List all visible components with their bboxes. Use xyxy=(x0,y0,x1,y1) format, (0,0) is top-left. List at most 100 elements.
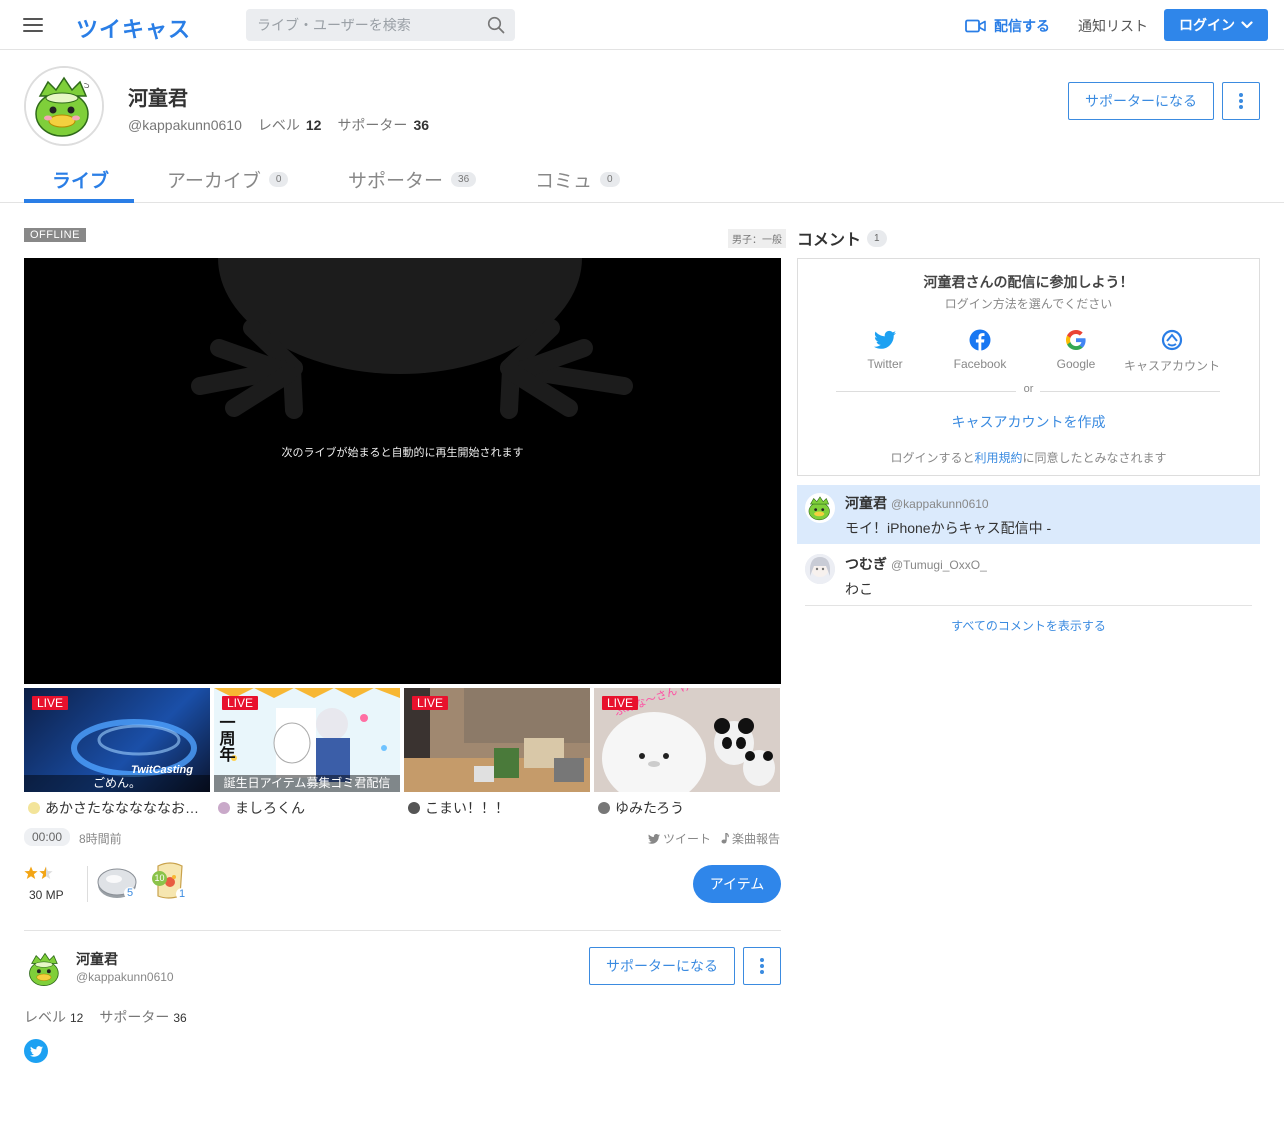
special-item-count: 1 xyxy=(176,888,189,900)
tab-live[interactable]: ライブ xyxy=(52,166,109,193)
comment-divider xyxy=(805,605,1252,606)
comment-avatar[interactable] xyxy=(805,554,835,584)
comment-login-box: 河童君さんの配信に参加しよう！ ログイン方法を選んでください Twitter F… xyxy=(797,258,1260,476)
level-value: 12 xyxy=(70,1011,84,1025)
user-avatar xyxy=(218,802,230,814)
category-badge[interactable]: 男子：一般 xyxy=(728,229,786,248)
supporter-label: サポーター xyxy=(99,1009,170,1025)
tweet-link[interactable]: ツイート xyxy=(648,830,711,847)
comment-item: 河童君 @kappakunn0610 モイ！iPhoneからキャス配信中 - xyxy=(797,485,1260,544)
live-thumbnail[interactable]: ふみな～さん けらっしゃい LIVE xyxy=(594,688,780,792)
site-logo[interactable]: ツイキャス xyxy=(76,12,191,44)
or-label: or xyxy=(1023,383,1034,395)
become-supporter-button[interactable]: サポーターになる xyxy=(589,947,735,985)
item-coin[interactable]: 5 xyxy=(97,866,139,902)
terms-link[interactable]: 利用規約 xyxy=(974,451,1022,465)
comment-author[interactable]: つむぎ @Tumugi_OxxO_ xyxy=(845,554,987,574)
login-button[interactable]: ログイン xyxy=(1164,9,1268,41)
search-input[interactable] xyxy=(246,9,481,41)
top-header: ツイキャス 配信する 通知リスト ログイン xyxy=(0,0,1284,50)
comment-avatar[interactable] xyxy=(805,493,835,523)
comments-count: 1 xyxy=(867,229,887,247)
terms-notice: ログインすると利用規約に同意したとみなされます xyxy=(798,449,1259,466)
google-login-button[interactable]: Google xyxy=(1028,329,1124,371)
user-avatar-image xyxy=(805,554,835,584)
level-label: レベル xyxy=(257,117,300,133)
twitter-profile-link[interactable] xyxy=(24,1039,48,1063)
time-ago: 8時間前 xyxy=(79,832,122,846)
twitter-icon xyxy=(874,330,896,349)
profile-avatar: つ xyxy=(24,66,104,146)
thumbnail-user-name: こまい！！！ xyxy=(425,800,509,816)
search-icon[interactable] xyxy=(487,16,505,34)
video-player[interactable]: 次のライブが始まると自動的に再生開始されます xyxy=(24,258,781,684)
tab-supporters[interactable]: サポーター 36 xyxy=(348,166,477,193)
thumbnail-caption: 誕生日アイテム募集ゴミ君配信 xyxy=(214,775,400,792)
bottom-profile-name[interactable]: 河童君 xyxy=(76,949,118,969)
live-badge: LIVE xyxy=(32,696,69,710)
user-avatar xyxy=(408,802,420,814)
music-note-icon xyxy=(721,833,729,844)
menu-icon[interactable] xyxy=(23,17,43,33)
login-box-subtitle: ログイン方法を選んでください xyxy=(944,297,1113,311)
item-level-badge: 10 xyxy=(152,871,167,886)
terms-suffix: に同意したとみなされます xyxy=(1022,451,1167,465)
comments-title: コメント 1 xyxy=(797,226,887,250)
login-label: ログイン xyxy=(1179,17,1235,33)
chevron-down-icon xyxy=(1241,21,1253,29)
broadcast-button[interactable]: 配信する xyxy=(965,16,1050,36)
thumbnail-user[interactable]: ゆみたろう xyxy=(598,798,778,818)
live-badge: LIVE xyxy=(412,696,449,710)
bottom-profile-avatar[interactable] xyxy=(24,948,66,990)
comment-author-name: 河童君 xyxy=(845,495,887,511)
cas-account-login-label: キャスアカウント xyxy=(1124,359,1221,373)
profile-tabs: ライブ アーカイブ 0 サポーター 36 コミュ 0 xyxy=(0,150,1284,203)
tab-archive-count: 0 xyxy=(268,172,289,187)
profile-meta: @kappakunn0610 レベル 12 サポーター 36 xyxy=(128,115,439,135)
create-account-link[interactable]: キャスアカウントを作成 xyxy=(798,412,1259,432)
more-vertical-icon xyxy=(1239,93,1243,109)
thumbnail-user[interactable]: こまい！！！ xyxy=(408,798,588,818)
terms-prefix: ログインすると xyxy=(890,451,975,465)
level-label: レベル xyxy=(24,1009,66,1025)
song-report-link[interactable]: 楽曲報告 xyxy=(721,830,780,847)
facebook-login-button[interactable]: Facebook xyxy=(932,329,1028,371)
thumbnail-user[interactable]: ましろくん xyxy=(218,798,398,818)
comment-text: モイ！iPhoneからキャス配信中 - xyxy=(845,520,1052,536)
notification-list-link[interactable]: 通知リスト xyxy=(1078,16,1148,36)
become-supporter-button[interactable]: サポーターになる xyxy=(1068,82,1214,120)
thumbnail-user-name: ゆみたろう xyxy=(615,800,685,816)
item-special[interactable]: 10 1 xyxy=(150,860,192,902)
comment-text: わこ xyxy=(845,581,873,597)
facebook-login-label: Facebook xyxy=(953,357,1007,371)
live-badge: LIVE xyxy=(602,696,639,710)
comment-author-name: つむぎ xyxy=(845,556,887,572)
supporter-label: サポーター xyxy=(337,117,408,133)
tab-archive[interactable]: アーカイブ 0 xyxy=(167,166,289,193)
comment-author-handle: @kappakunn0610 xyxy=(891,497,989,511)
bottom-profile-more-button[interactable] xyxy=(743,947,781,985)
tab-community[interactable]: コミュ 0 xyxy=(535,166,620,193)
twitter-login-button[interactable]: Twitter xyxy=(837,329,933,371)
thumbnail-caption: ごめん。 xyxy=(24,775,210,792)
tab-supporters-label: サポーター xyxy=(348,171,444,192)
cas-account-login-button[interactable]: キャスアカウント xyxy=(1124,329,1220,374)
comment-item: つむぎ @Tumugi_OxxO_ わこ xyxy=(797,546,1260,606)
twitter-bird-icon xyxy=(29,1045,43,1057)
thumbnail-user[interactable]: あかさたなななななお… xyxy=(28,798,208,818)
thumbnail-user-name: あかさたなななななお… xyxy=(45,800,199,816)
live-thumbnail[interactable]: LIVE xyxy=(404,688,590,792)
google-icon xyxy=(1066,330,1086,350)
live-thumbnail[interactable]: TwitCasting LIVE ごめん。 xyxy=(24,688,210,792)
profile-more-button[interactable] xyxy=(1222,82,1260,120)
tab-community-label: コミュ xyxy=(535,171,593,192)
tab-archive-label: アーカイブ xyxy=(167,171,261,192)
live-badge: LIVE xyxy=(222,696,259,710)
comment-author[interactable]: 河童君 @kappakunn0610 xyxy=(845,493,989,513)
live-thumbnail[interactable]: 一周年 LIVE 誕生日アイテム募集ゴミ君配信 xyxy=(214,688,400,792)
item-button[interactable]: アイテム xyxy=(693,865,781,903)
profile-handle: @kappakunn0610 xyxy=(128,117,242,133)
tweet-label: ツイート xyxy=(663,832,712,846)
show-all-comments-link[interactable]: すべてのコメントを表示する xyxy=(797,617,1260,634)
twitter-bird-icon xyxy=(648,833,660,844)
